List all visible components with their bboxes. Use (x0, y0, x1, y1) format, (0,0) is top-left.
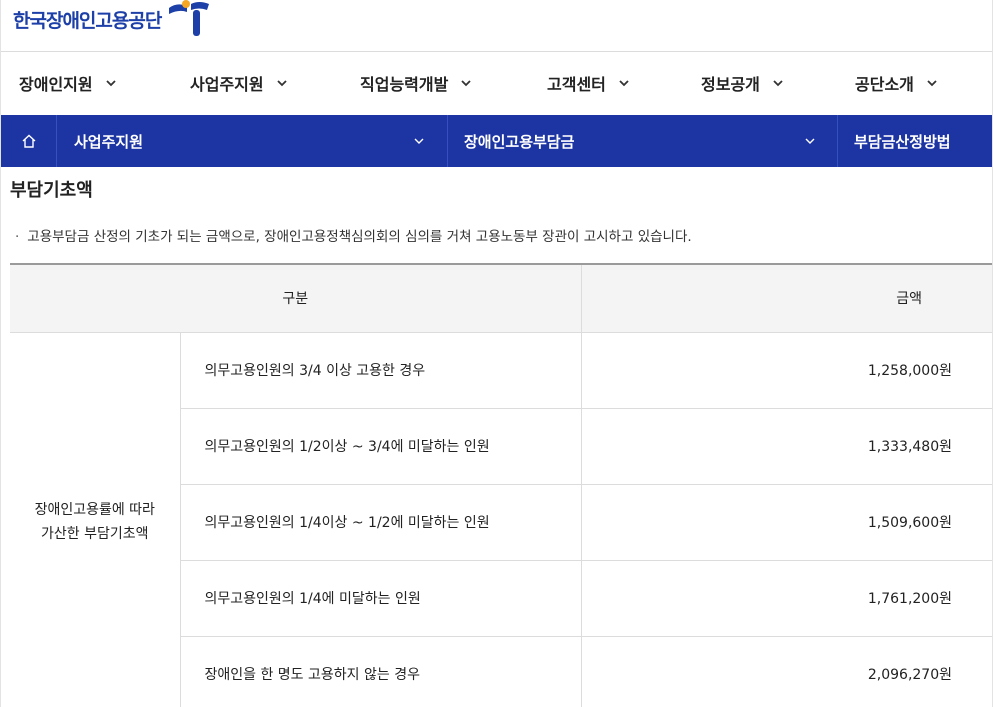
condition-cell: 의무고용인원의 1/4에 미달하는 인원 (180, 560, 582, 637)
gnb-item-customer-center[interactable]: 고객센터 (547, 71, 630, 95)
chevron-down-icon (927, 80, 937, 87)
column-header-amount: 금액 (581, 263, 992, 333)
page-frame: 한국장애인고용공단 장애인지원 사업주지원 직업능력개발 고객센터 정보공개 공… (0, 0, 993, 707)
gnb-item-label: 공단소개 (855, 75, 914, 94)
amount-cell: 1,333,480원 (581, 408, 992, 485)
condition-cell: 의무고용인원의 1/2이상 ~ 3/4에 미달하는 인원 (180, 408, 582, 485)
section-description: · 고용부담금 산정의 기초가 되는 금액으로, 장애인고용정책심의회의 심의를 … (15, 225, 692, 245)
chevron-down-icon (276, 80, 287, 87)
gnb-item-label: 직업능력개발 (360, 75, 449, 94)
chevron-down-icon[interactable] (804, 135, 816, 147)
gnb-item-about[interactable]: 공단소개 (855, 71, 938, 95)
gnb-item-label: 고객센터 (547, 75, 606, 94)
table-header-row: 구분 금액 (10, 263, 992, 333)
top-header: 한국장애인고용공단 (1, 0, 992, 52)
chevron-down-icon (773, 80, 783, 87)
description-text: 고용부담금 산정의 기초가 되는 금액으로, 장애인고용정책심의회의 심의를 거… (27, 229, 692, 245)
section-title: 부담기초액 (10, 180, 93, 201)
breadcrumb-home[interactable] (1, 115, 57, 167)
chevron-down-icon[interactable] (413, 135, 425, 147)
group-label-cell: 장애인고용률에 따라 가산한 부담기초액 (10, 332, 181, 707)
chevron-down-icon (619, 80, 629, 87)
chevron-down-icon (105, 80, 116, 87)
gnb-item-employer-support[interactable]: 사업주지원 (190, 71, 288, 95)
amount-cell: 2,096,270원 (581, 636, 992, 707)
gnb-item-label: 정보공개 (701, 75, 760, 94)
breadcrumb-level2[interactable]: 장애인고용부담금 (464, 115, 574, 167)
breadcrumb: 사업주지원 장애인고용부담금 부담금산정방법 (1, 115, 992, 167)
column-header-category: 구분 (10, 263, 582, 333)
table-row: 장애인고용률에 따라 가산한 부담기초액 의무고용인원의 3/4 이상 고용한 … (10, 332, 992, 707)
group-label-line2: 가산한 부담기초액 (41, 526, 149, 542)
breadcrumb-divider (447, 115, 448, 167)
condition-cell: 의무고용인원의 3/4 이상 고용한 경우 (180, 332, 582, 409)
column-header-amount-label: 금액 (896, 291, 923, 308)
condition-cell: 의무고용인원의 1/4이상 ~ 1/2에 미달하는 인원 (180, 484, 582, 561)
logo-mark-icon (169, 0, 210, 36)
group-label-line1: 장애인고용률에 따라 (34, 502, 155, 518)
home-icon (22, 134, 35, 148)
gnb-item-label: 장애인지원 (19, 75, 93, 94)
breadcrumb-level1[interactable]: 사업주지원 (74, 115, 143, 167)
gnb-item-label: 사업주지원 (190, 75, 264, 94)
gnb-item-vocational-training[interactable]: 직업능력개발 (360, 71, 472, 95)
amount-cell: 1,258,000원 (581, 332, 992, 409)
logo-text: 한국장애인고용공단 (13, 9, 162, 32)
site-logo[interactable]: 한국장애인고용공단 (13, 0, 211, 38)
gnb-item-public-info[interactable]: 정보공개 (701, 71, 784, 95)
condition-cell: 장애인을 한 명도 고용하지 않는 경우 (180, 636, 582, 707)
bullet-marker: · (15, 229, 20, 245)
chevron-down-icon (461, 80, 471, 87)
gnb-item-disabled-support[interactable]: 장애인지원 (19, 71, 117, 95)
amount-cell: 1,509,600원 (581, 484, 992, 561)
breadcrumb-level3[interactable]: 부담금산정방법 (854, 115, 951, 167)
fee-table: 구분 금액 장애인고용률에 따라 가산한 부담기초액 의무고용인원의 3/4 이… (10, 263, 992, 707)
breadcrumb-divider (837, 115, 838, 167)
amount-cell: 1,761,200원 (581, 560, 992, 637)
